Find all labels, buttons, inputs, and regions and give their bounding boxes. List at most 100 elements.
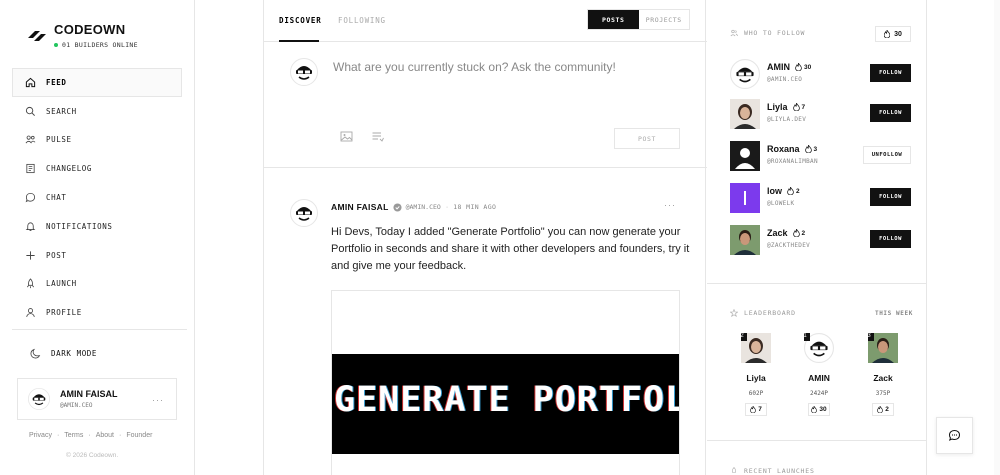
- tab-following[interactable]: FOLLOWING: [338, 16, 386, 25]
- tab-discover[interactable]: DISCOVER: [279, 16, 322, 25]
- person-name[interactable]: AMIN: [767, 62, 790, 72]
- online-dot-icon: [54, 43, 58, 47]
- avatar[interactable]: [730, 183, 760, 213]
- copyright: © 2026 Codeown.: [66, 452, 119, 459]
- nav-item-feed[interactable]: FEED: [12, 68, 182, 97]
- post-image[interactable]: GENERATE PORTFOLIO: [331, 290, 680, 475]
- list-format-icon[interactable]: [371, 130, 384, 143]
- projects-toggle-button[interactable]: PROJECTS: [639, 10, 690, 29]
- founder-link[interactable]: Founder: [126, 432, 152, 439]
- nav-item-pulse[interactable]: PULSE: [12, 126, 182, 155]
- nav-label: CHAT: [46, 193, 67, 203]
- right-sidebar: WHO TO FOLLOW 30 AMIN 30 @AMIN.CEO FOLLOW…: [707, 0, 927, 475]
- person-points: 3: [813, 145, 818, 153]
- person-points: 7: [801, 103, 806, 111]
- terms-link[interactable]: Terms: [64, 432, 83, 439]
- about-link[interactable]: About: [96, 432, 114, 439]
- recent-launches-title: RECENT LAUNCHES: [730, 467, 815, 475]
- post-time: 18 MIN AGO: [453, 203, 497, 211]
- unfollow-button[interactable]: UNFOLLOW: [863, 146, 911, 164]
- nav-label: NOTIFICATIONS: [46, 221, 113, 231]
- fire-icon: [787, 187, 794, 195]
- rank-badge: 1: [804, 333, 810, 341]
- follow-suggestion: Liyla 7 @LIYLA.DEV FOLLOW: [730, 99, 915, 131]
- leaderboard-entry[interactable]: 3 Zack 375P 2: [863, 333, 903, 416]
- rank-badge: 3: [868, 333, 874, 341]
- nav-item-profile[interactable]: PROFILE: [12, 298, 182, 327]
- post-composer: POST: [264, 42, 707, 168]
- leaderboard-entry[interactable]: 2 Liyla 602P 7: [736, 333, 776, 416]
- follow-button[interactable]: FOLLOW: [870, 104, 911, 122]
- brand-name: CODEOWN: [54, 22, 126, 37]
- post-button[interactable]: POST: [614, 128, 680, 149]
- person-handle: @LOWELK: [767, 200, 795, 207]
- nav-item-post[interactable]: POST: [12, 241, 182, 270]
- chat-fab-button[interactable]: [936, 417, 973, 454]
- current-user-name: AMIN FAISAL: [60, 389, 118, 399]
- rocket-icon: [732, 467, 736, 473]
- avatar[interactable]: [730, 59, 760, 89]
- leaderboard-entry[interactable]: 1 AMIN 2424P 30: [799, 333, 839, 416]
- more-options-icon[interactable]: ···: [664, 200, 676, 210]
- bell-icon: [25, 222, 36, 231]
- footer-dot: ·: [56, 432, 60, 439]
- nav-item-search[interactable]: SEARCH: [12, 97, 182, 126]
- avatar[interactable]: [290, 199, 318, 227]
- follow-button[interactable]: FOLLOW: [870, 64, 911, 82]
- nav-label: SEARCH: [46, 106, 77, 116]
- streak-badge: 30: [875, 26, 911, 42]
- brand[interactable]: CODEOWN 01 BUILDERS ONLINE: [26, 22, 138, 49]
- post-handle[interactable]: @AMIN.CEO: [406, 203, 441, 211]
- streak-count: 30: [819, 406, 827, 413]
- star-icon: [730, 309, 738, 317]
- section-title: LEADERBOARD: [744, 309, 796, 317]
- posts-toggle-button[interactable]: POSTS: [588, 10, 639, 29]
- dark-mode-toggle[interactable]: DARK MODE: [30, 348, 97, 359]
- scrollbar[interactable]: [994, 0, 1000, 475]
- feed-column: DISCOVER FOLLOWING POSTS PROJECTS POST A…: [263, 0, 707, 475]
- person-name[interactable]: low: [767, 186, 782, 196]
- online-count: 01 BUILDERS ONLINE: [62, 41, 138, 49]
- avatar[interactable]: [730, 141, 760, 171]
- leaderboard-title: LEADERBOARD: [730, 309, 796, 317]
- leaderboard-period[interactable]: THIS WEEK: [875, 310, 913, 317]
- person-handle: @LIYLA.DEV: [767, 116, 807, 123]
- rocket-icon: [26, 278, 35, 289]
- rank-badge: 2: [741, 333, 747, 341]
- person-points: 2: [796, 187, 800, 195]
- post-author[interactable]: AMIN FAISAL: [331, 202, 389, 212]
- nav-item-chat[interactable]: CHAT: [12, 183, 182, 212]
- follow-button[interactable]: FOLLOW: [870, 188, 911, 206]
- image-upload-icon[interactable]: [340, 130, 353, 143]
- nav-item-notifications[interactable]: NOTIFICATIONS: [12, 212, 182, 241]
- person-name[interactable]: Roxana: [767, 144, 800, 154]
- privacy-link[interactable]: Privacy: [29, 432, 52, 439]
- nav-item-changelog[interactable]: CHANGELOG: [12, 154, 182, 183]
- feed-post: AMIN FAISAL @AMIN.CEO · 18 MIN AGO ··· H…: [264, 168, 707, 475]
- more-options-icon[interactable]: ···: [152, 395, 164, 405]
- streak-count: 7: [758, 406, 762, 413]
- banner-text: GENERATE PORTFOLIO: [334, 380, 679, 420]
- user-icon: [26, 308, 35, 318]
- avatar: 3: [868, 333, 898, 363]
- follow-button[interactable]: FOLLOW: [870, 230, 911, 248]
- fire-icon: [804, 145, 812, 153]
- plus-icon: [26, 251, 35, 260]
- dark-mode-label: DARK MODE: [51, 349, 98, 358]
- leader-points: 602P: [748, 390, 764, 397]
- nav-label: PULSE: [46, 135, 72, 145]
- changelog-icon: [26, 164, 35, 174]
- avatar[interactable]: [730, 99, 760, 129]
- nav-item-launch[interactable]: LAUNCH: [12, 270, 182, 299]
- footer-dot: ·: [119, 432, 122, 439]
- fire-icon: [792, 103, 800, 111]
- person-name[interactable]: Liyla: [767, 102, 788, 112]
- current-user-card[interactable]: AMIN FAISAL @AMIN.CEO ···: [17, 378, 177, 420]
- nav-label: PROFILE: [46, 308, 82, 318]
- streak-badge: 2: [872, 403, 894, 416]
- person-name[interactable]: Zack: [767, 228, 788, 238]
- section-title: RECENT LAUNCHES: [744, 467, 815, 475]
- avatar[interactable]: [730, 225, 760, 255]
- home-icon: [25, 77, 36, 88]
- composer-input[interactable]: [333, 60, 673, 74]
